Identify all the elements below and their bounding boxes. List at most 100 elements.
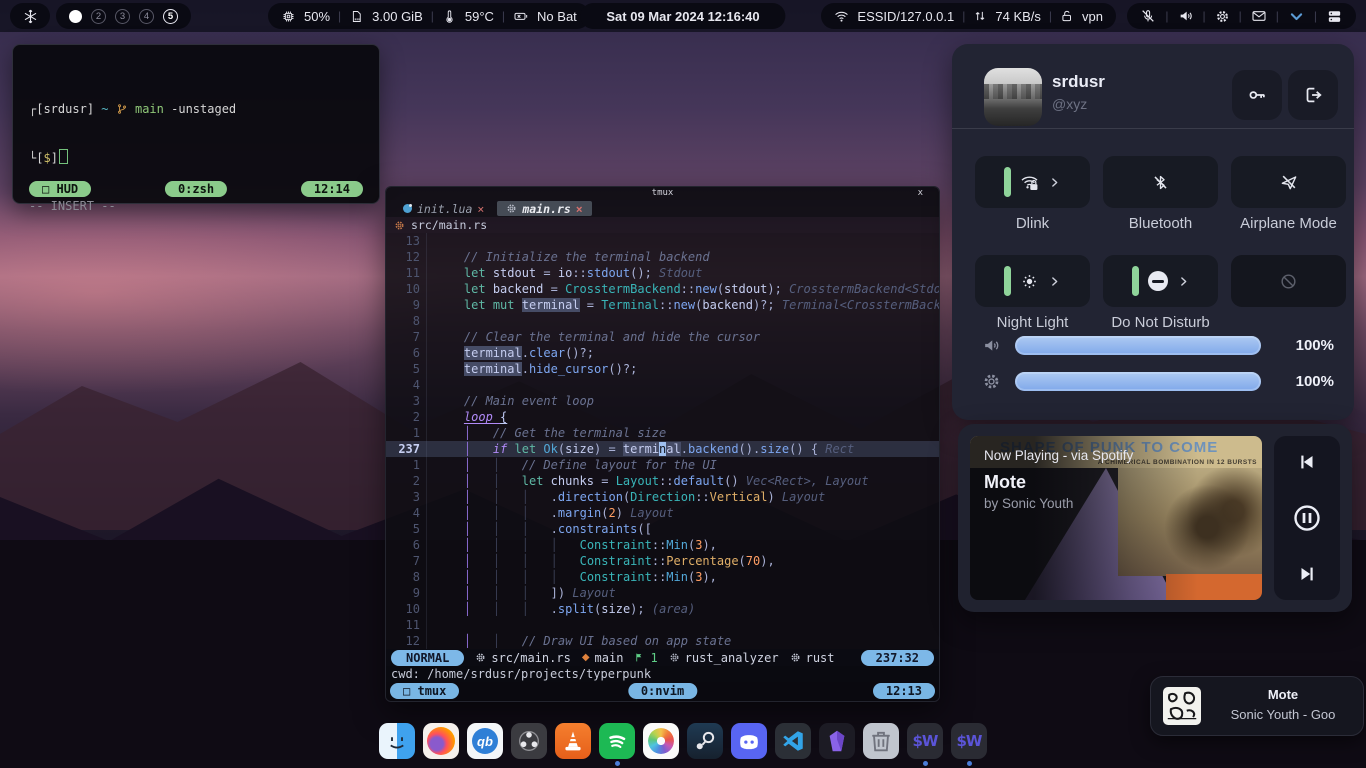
network-group[interactable]: ESSID/127.0.0.1 | 74 KB/s | vpn: [821, 3, 1116, 29]
workspace-3[interactable]: 3: [115, 9, 130, 24]
pause-button[interactable]: [1292, 503, 1322, 533]
code-line[interactable]: 10 │ │ │ .split(size); (area): [386, 601, 939, 617]
code-line[interactable]: 5 │ │ │ .constraints([: [386, 521, 939, 537]
winbar-path: src/main.rs: [411, 217, 487, 233]
workspace-5[interactable]: 5: [163, 9, 178, 24]
airplane-toggle-tile[interactable]: [1231, 156, 1346, 208]
dock-app-vscode[interactable]: [774, 723, 812, 766]
battery-status: No Bat: [537, 9, 577, 24]
dock-app-vlc[interactable]: [554, 723, 592, 766]
tmux-window-pill[interactable]: 0:nvim: [628, 683, 697, 699]
discord-icon: [735, 727, 763, 755]
spotify-icon: [603, 727, 631, 755]
code-line[interactable]: 237 │ if let Ok(size) = terminal.backend…: [386, 441, 939, 457]
microphone-muted-icon[interactable]: [1140, 8, 1156, 24]
code-line[interactable]: 3 // Main event loop: [386, 393, 939, 409]
volume-icon[interactable]: [1178, 8, 1194, 24]
code-line[interactable]: 2 loop {: [386, 409, 939, 425]
tab-init-lua[interactable]: init.lua ×: [394, 201, 493, 216]
dock-app-finder[interactable]: [378, 723, 416, 766]
code-line[interactable]: 13: [386, 233, 939, 249]
system-tray-icon[interactable]: [1326, 8, 1343, 25]
workspace-2[interactable]: 2: [91, 9, 106, 24]
dock-app-obsidian[interactable]: [818, 723, 856, 766]
avatar: [984, 68, 1042, 126]
blocked-toggle-tile[interactable]: [1231, 255, 1346, 307]
code-line[interactable]: 9 let mut terminal = Terminal::new(backe…: [386, 297, 939, 313]
volume-slider[interactable]: [1015, 336, 1261, 355]
tile-label-night-light: Night Light: [997, 314, 1069, 332]
code-line[interactable]: 11 let stdout = io::stdout(); Stdout: [386, 265, 939, 281]
code-line[interactable]: 8: [386, 313, 939, 329]
tab-close-icon[interactable]: ×: [576, 201, 583, 217]
code-line[interactable]: 7 │ │ │ │ Constraint::Percentage(70),: [386, 553, 939, 569]
temperature-value: 59°C: [465, 9, 494, 24]
code-area[interactable]: 1312 // Initialize the terminal backend1…: [386, 233, 939, 649]
tmux-editor-window[interactable]: tmux x init.lua × main.rs × src/main.rs …: [385, 186, 940, 702]
tab-main-rs[interactable]: main.rs ×: [497, 201, 591, 216]
brightness-slider[interactable]: [1015, 372, 1261, 391]
code-line[interactable]: 4: [386, 377, 939, 393]
dock-app-firefox[interactable]: [422, 723, 460, 766]
code-line[interactable]: 11: [386, 617, 939, 633]
window-title: tmux: [652, 188, 674, 198]
firefox-icon: [427, 727, 455, 755]
code-line[interactable]: 3 │ │ │ .direction(Direction::Vertical) …: [386, 489, 939, 505]
code-line[interactable]: 12 │ │ // Draw UI based on app state: [386, 633, 939, 649]
code-line[interactable]: 4 │ │ │ .margin(2) Layout: [386, 505, 939, 521]
tab-close-icon[interactable]: ×: [477, 201, 484, 217]
code-line[interactable]: 9 │ │ │ ]) Layout: [386, 585, 939, 601]
dock-app-photos[interactable]: [642, 723, 680, 766]
dock-app-trash[interactable]: [862, 723, 900, 766]
settings-gear-icon[interactable]: [1215, 9, 1230, 24]
terminal-window[interactable]: ┌[srdusr] ~ main -unstaged └[$] -- INSER…: [12, 44, 380, 204]
tmux-session-pill[interactable]: □ HUD: [29, 181, 91, 197]
night-light-toggle-tile[interactable]: [975, 255, 1090, 307]
window-close-button[interactable]: x: [918, 187, 923, 200]
password-key-button[interactable]: [1232, 70, 1282, 120]
code-line[interactable]: 6 │ │ │ │ Constraint::Min(3),: [386, 537, 939, 553]
code-line[interactable]: 2 │ │ let chunks = Layout::default() Vec…: [386, 473, 939, 489]
code-line[interactable]: 8 │ │ │ │ Constraint::Min(3),: [386, 569, 939, 585]
code-line[interactable]: 6 terminal.clear()?;: [386, 345, 939, 361]
dock-app-obs[interactable]: [510, 723, 548, 766]
dock-app-discord[interactable]: [730, 723, 768, 766]
chevron-right-icon[interactable]: [1048, 176, 1061, 189]
tmux-window-pill[interactable]: 0:zsh: [165, 181, 227, 197]
album-art: SHAPE OF PUNK TO COME A CHIMERICAL BOMBI…: [970, 436, 1262, 600]
prompt-user: srdusr: [43, 102, 86, 116]
dock-app-sw-2[interactable]: $W: [950, 723, 988, 766]
statusline: NORMAL src/main.rs ◆main 1 rust_analyzer…: [386, 649, 939, 666]
chevron-down-icon[interactable]: [1288, 8, 1305, 25]
dock-app-sw-1[interactable]: $W: [906, 723, 944, 766]
code-line[interactable]: 12 // Initialize the terminal backend: [386, 249, 939, 265]
dock-app-qbittorrent[interactable]: qb: [466, 723, 504, 766]
chevron-right-icon[interactable]: [1048, 275, 1061, 288]
code-line[interactable]: 5 terminal.hide_cursor()?;: [386, 361, 939, 377]
sliders-section: 100% 100%: [982, 332, 1334, 404]
chevron-right-icon[interactable]: [1177, 275, 1190, 288]
logout-button[interactable]: [1288, 70, 1338, 120]
workspace-4[interactable]: 4: [139, 9, 154, 24]
code-line[interactable]: 1 │ // Get the terminal size: [386, 425, 939, 441]
running-indicator: [967, 761, 972, 766]
wifi-toggle-tile[interactable]: [975, 156, 1090, 208]
sun-icon: [1020, 272, 1039, 291]
next-track-button[interactable]: [1296, 563, 1318, 585]
bluetooth-toggle-tile[interactable]: [1103, 156, 1218, 208]
vscode-icon: [780, 728, 806, 754]
code-line[interactable]: 10 let backend = CrosstermBackend::new(s…: [386, 281, 939, 297]
tmux-status-bar-editor: □ tmux 0:nvim 12:13: [386, 682, 939, 701]
mail-icon[interactable]: [1251, 8, 1267, 24]
workspace-1[interactable]: [69, 10, 82, 23]
launcher-button[interactable]: [10, 3, 50, 29]
dnd-toggle-tile[interactable]: [1103, 255, 1218, 307]
code-line[interactable]: 7 // Clear the terminal and hide the cur…: [386, 329, 939, 345]
code-line[interactable]: 1 │ │ // Define layout for the UI: [386, 457, 939, 473]
previous-track-button[interactable]: [1296, 451, 1318, 473]
dock-app-steam[interactable]: [686, 723, 724, 766]
dock-app-spotify[interactable]: [598, 723, 636, 766]
clock-widget[interactable]: Sat 09 Mar 2024 12:16:40: [580, 3, 785, 29]
tmux-session-pill[interactable]: □ tmux: [390, 683, 459, 699]
clock-text: Sat 09 Mar 2024 12:16:40: [606, 9, 759, 24]
